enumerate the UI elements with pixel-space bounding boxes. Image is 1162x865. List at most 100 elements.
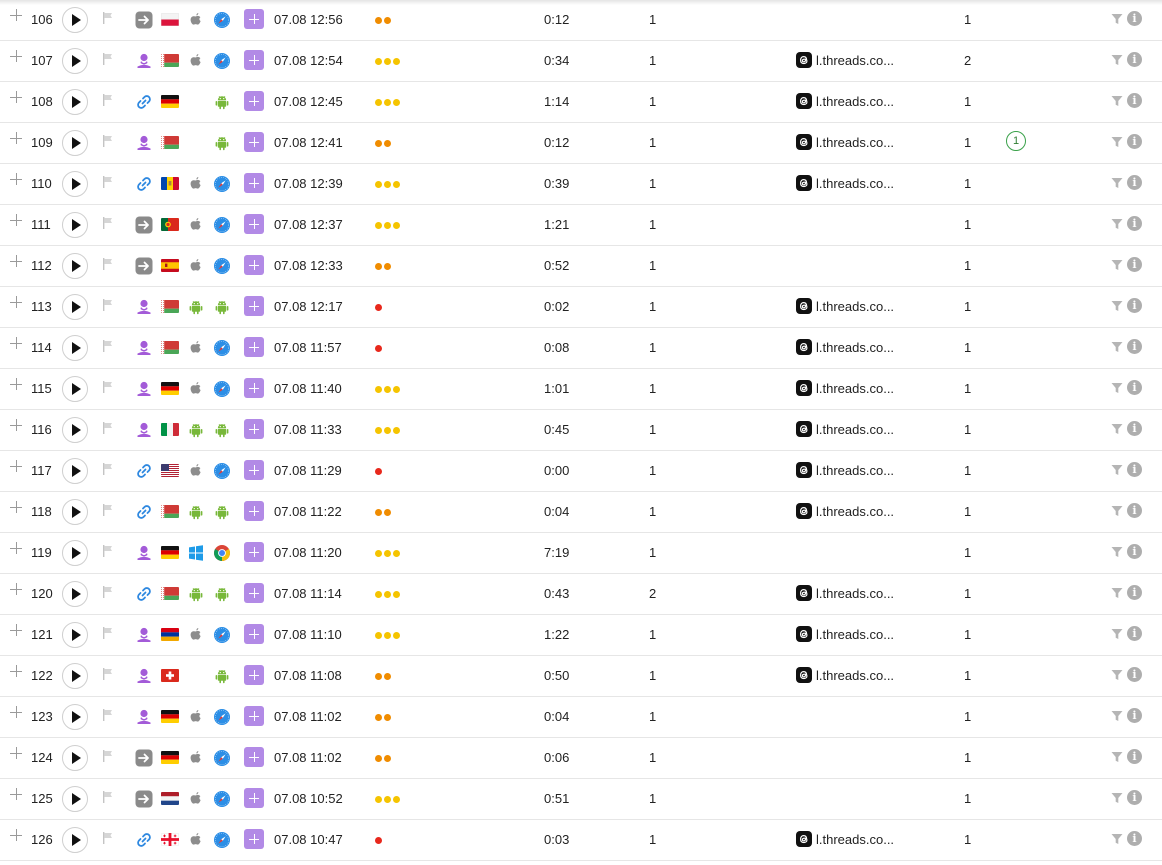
table-row[interactable]: 110 07.08 12:39 0:39 1 l.threads.co... 1 i (0, 164, 1162, 205)
filter-icon[interactable] (1111, 505, 1123, 517)
table-row[interactable]: 117 07.08 11:29 0:00 1 l.threads.co... 1 i (0, 451, 1162, 492)
play-recording-button[interactable] (62, 540, 88, 566)
table-row[interactable]: 118 07.08 11:22 0:04 1 l.threads.co... 1 i (0, 492, 1162, 533)
play-recording-button[interactable] (62, 253, 88, 279)
info-icon[interactable]: i (1127, 749, 1142, 764)
flag-icon[interactable] (101, 134, 115, 148)
filter-icon[interactable] (1111, 464, 1123, 476)
play-recording-button[interactable] (62, 335, 88, 361)
add-button[interactable] (244, 460, 264, 480)
flag-icon[interactable] (101, 462, 115, 476)
filter-icon[interactable] (1111, 833, 1123, 845)
table-row[interactable]: 109 07.08 12:41 0:12 1 l.threads.co... 1 1 i (0, 123, 1162, 164)
flag-icon[interactable] (101, 421, 115, 435)
add-button[interactable] (244, 173, 264, 193)
table-row[interactable]: 125 07.08 10:52 0:51 1 1 i (0, 779, 1162, 820)
filter-icon[interactable] (1111, 95, 1123, 107)
flag-icon[interactable] (101, 93, 115, 107)
table-row[interactable]: 106 07.08 12:56 0:12 1 1 i (0, 0, 1162, 41)
expand-row-icon[interactable] (10, 501, 24, 515)
info-icon[interactable]: i (1127, 544, 1142, 559)
info-icon[interactable]: i (1127, 339, 1142, 354)
expand-row-icon[interactable] (10, 214, 24, 228)
add-button[interactable] (244, 255, 264, 275)
expand-row-icon[interactable] (10, 624, 24, 638)
play-recording-button[interactable] (62, 786, 88, 812)
flag-icon[interactable] (101, 257, 115, 271)
referrer[interactable]: l.threads.co... (796, 175, 894, 191)
referrer[interactable]: l.threads.co... (796, 503, 894, 519)
filter-icon[interactable] (1111, 259, 1123, 271)
info-icon[interactable]: i (1127, 462, 1142, 477)
flag-icon[interactable] (101, 52, 115, 66)
expand-row-icon[interactable] (10, 255, 24, 269)
referrer[interactable]: l.threads.co... (796, 667, 894, 683)
add-button[interactable] (244, 501, 264, 521)
add-button[interactable] (244, 788, 264, 808)
table-row[interactable]: 115 07.08 11:40 1:01 1 l.threads.co... 1 i (0, 369, 1162, 410)
add-button[interactable] (244, 624, 264, 644)
add-button[interactable] (244, 91, 264, 111)
play-recording-button[interactable] (62, 212, 88, 238)
expand-row-icon[interactable] (10, 91, 24, 105)
play-recording-button[interactable] (62, 7, 88, 33)
table-row[interactable]: 114 07.08 11:57 0:08 1 l.threads.co... 1 i (0, 328, 1162, 369)
expand-row-icon[interactable] (10, 542, 24, 556)
info-icon[interactable]: i (1127, 708, 1142, 723)
expand-row-icon[interactable] (10, 829, 24, 843)
expand-row-icon[interactable] (10, 296, 24, 310)
play-recording-button[interactable] (62, 376, 88, 402)
info-icon[interactable]: i (1127, 216, 1142, 231)
add-button[interactable] (244, 50, 264, 70)
filter-icon[interactable] (1111, 546, 1123, 558)
referrer[interactable]: l.threads.co... (796, 626, 894, 642)
filter-icon[interactable] (1111, 177, 1123, 189)
add-button[interactable] (244, 419, 264, 439)
info-icon[interactable]: i (1127, 11, 1142, 26)
flag-icon[interactable] (101, 175, 115, 189)
play-recording-button[interactable] (62, 130, 88, 156)
expand-row-icon[interactable] (10, 337, 24, 351)
expand-row-icon[interactable] (10, 665, 24, 679)
table-row[interactable]: 119 07.08 11:20 7:19 1 1 i (0, 533, 1162, 574)
filter-icon[interactable] (1111, 628, 1123, 640)
filter-icon[interactable] (1111, 587, 1123, 599)
info-icon[interactable]: i (1127, 134, 1142, 149)
add-button[interactable] (244, 214, 264, 234)
add-button[interactable] (244, 747, 264, 767)
add-button[interactable] (244, 665, 264, 685)
table-row[interactable]: 116 07.08 11:33 0:45 1 l.threads.co... 1 i (0, 410, 1162, 451)
expand-row-icon[interactable] (10, 378, 24, 392)
info-icon[interactable]: i (1127, 790, 1142, 805)
flag-icon[interactable] (101, 11, 115, 25)
add-button[interactable] (244, 829, 264, 849)
filter-icon[interactable] (1111, 54, 1123, 66)
expand-row-icon[interactable] (10, 706, 24, 720)
add-button[interactable] (244, 583, 264, 603)
filter-icon[interactable] (1111, 382, 1123, 394)
table-row[interactable]: 126 07.08 10:47 0:03 1 l.threads.co... 1 i (0, 820, 1162, 861)
add-button[interactable] (244, 9, 264, 29)
referrer[interactable]: l.threads.co... (796, 462, 894, 478)
flag-icon[interactable] (101, 626, 115, 640)
info-icon[interactable]: i (1127, 52, 1142, 67)
flag-icon[interactable] (101, 298, 115, 312)
flag-icon[interactable] (101, 503, 115, 517)
referrer[interactable]: l.threads.co... (796, 93, 894, 109)
add-button[interactable] (244, 337, 264, 357)
referrer[interactable]: l.threads.co... (796, 52, 894, 68)
flag-icon[interactable] (101, 339, 115, 353)
add-button[interactable] (244, 542, 264, 562)
expand-row-icon[interactable] (10, 173, 24, 187)
referrer[interactable]: l.threads.co... (796, 585, 894, 601)
add-button[interactable] (244, 706, 264, 726)
table-row[interactable]: 107 07.08 12:54 0:34 1 l.threads.co... 2 i (0, 41, 1162, 82)
play-recording-button[interactable] (62, 294, 88, 320)
info-icon[interactable]: i (1127, 667, 1142, 682)
flag-icon[interactable] (101, 667, 115, 681)
info-icon[interactable]: i (1127, 257, 1142, 272)
expand-row-icon[interactable] (10, 419, 24, 433)
flag-icon[interactable] (101, 749, 115, 763)
filter-icon[interactable] (1111, 710, 1123, 722)
flag-icon[interactable] (101, 380, 115, 394)
